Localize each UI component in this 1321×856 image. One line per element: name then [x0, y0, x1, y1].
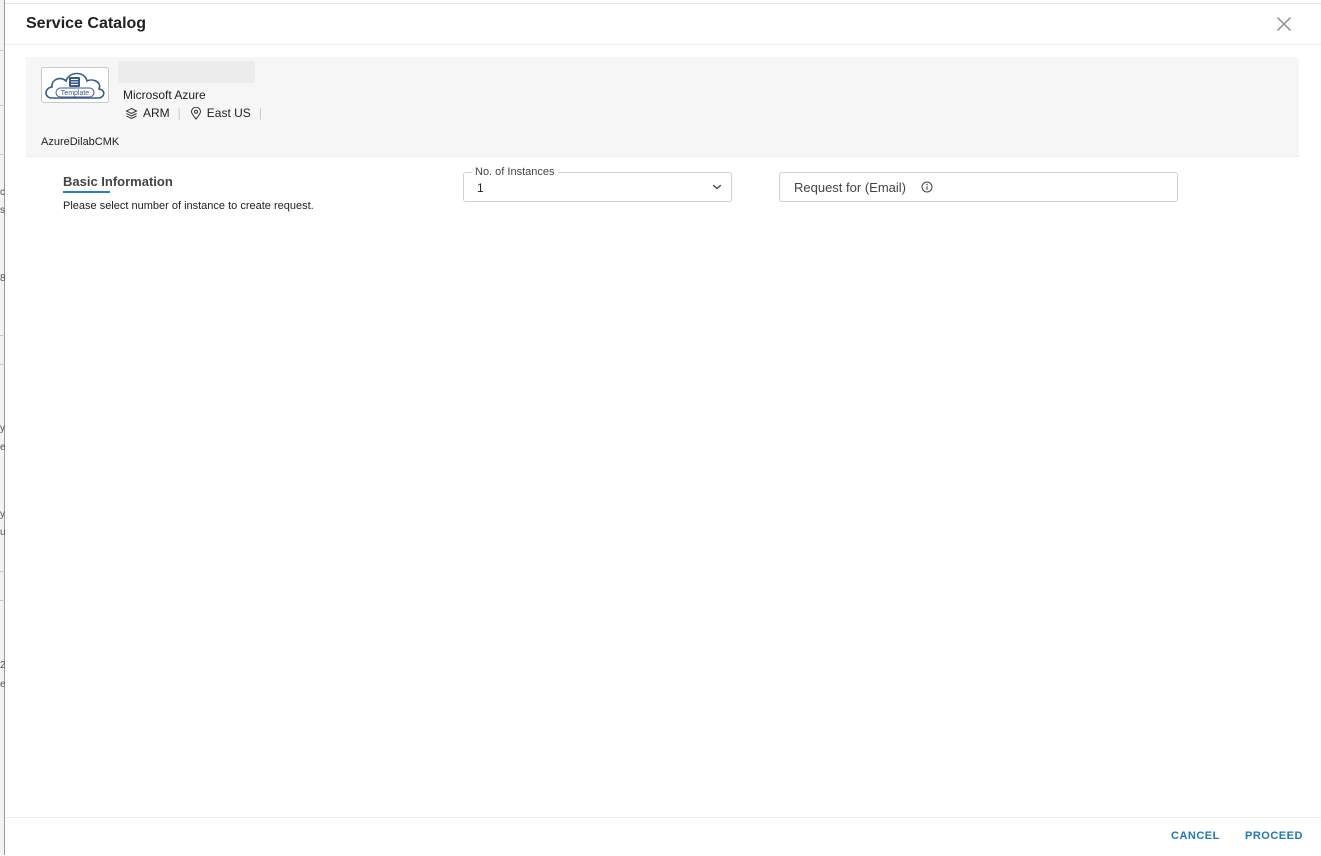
meta-separator: | — [177, 106, 181, 120]
service-catalog-modal: Service Catalog Template Microsoft Azure — [5, 3, 1321, 855]
deployment-type: ARM — [143, 106, 170, 120]
close-button[interactable] — [1275, 15, 1293, 33]
modal-header: Service Catalog — [5, 4, 1321, 45]
instances-label: No. of Instances — [472, 165, 558, 179]
meta-separator: | — [258, 106, 262, 120]
location-pin-icon — [190, 106, 201, 120]
service-meta: ARM | East US | — [125, 106, 271, 120]
cloud-template-icon: Template — [45, 72, 105, 99]
cloud-provider: Microsoft Azure — [123, 88, 206, 102]
region: East US — [206, 106, 251, 120]
service-name-placeholder — [118, 61, 255, 83]
template-name: AzureDilabCMK — [41, 136, 120, 148]
modal-title: Service Catalog — [26, 15, 147, 32]
instances-value: 1 — [477, 181, 484, 195]
proceed-button[interactable]: PROCEED — [1245, 830, 1303, 842]
close-icon — [1277, 17, 1291, 31]
layers-icon — [125, 107, 138, 119]
chevron-down-icon — [712, 184, 722, 190]
instances-select[interactable]: No. of Instances 1 — [463, 165, 732, 202]
service-summary: Template Microsoft Azure ARM | East US |… — [26, 57, 1299, 157]
template-card: Template — [41, 67, 109, 103]
section-help-text: Please select number of instance to crea… — [63, 200, 314, 212]
modal-footer: CANCEL PROCEED — [5, 817, 1321, 856]
section-title-basic-information: Basic Information — [63, 174, 173, 189]
template-icon-label: Template — [61, 90, 90, 97]
section-title-underline — [63, 191, 110, 193]
request-for-email-field[interactable] — [779, 172, 1178, 202]
request-for-email-input[interactable] — [794, 179, 924, 195]
info-icon[interactable] — [921, 181, 933, 193]
cancel-button[interactable]: CANCEL — [1171, 830, 1220, 842]
